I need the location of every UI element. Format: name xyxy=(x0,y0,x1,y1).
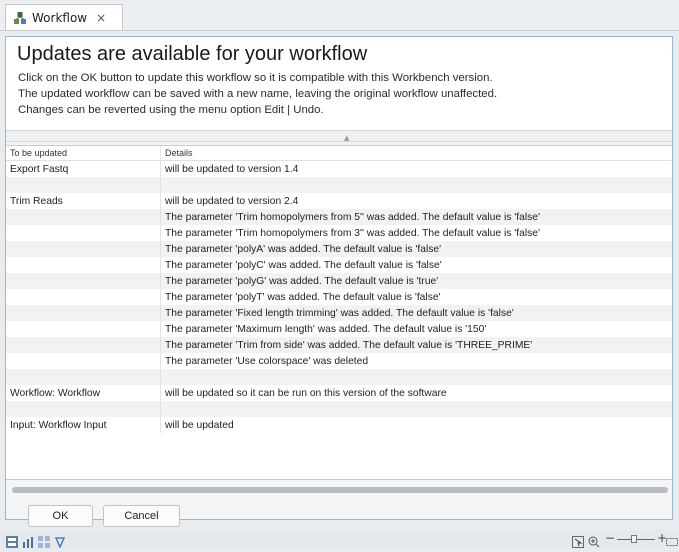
zoom-slider-thumb[interactable] xyxy=(631,535,637,543)
cell-details: The parameter 'polyT' was added. The def… xyxy=(160,289,672,305)
cell-to-be-updated xyxy=(6,337,161,353)
select-tool-icon[interactable] xyxy=(572,533,584,548)
cell-to-be-updated: Workflow: Workflow xyxy=(10,387,101,399)
cell-details: will be updated to version 1.4 xyxy=(160,160,672,177)
cell-to-be-updated xyxy=(6,241,161,257)
instruction-line-3: Changes can be reverted using the menu o… xyxy=(18,104,324,116)
editor-tab-bar: Workflow × xyxy=(0,0,679,31)
table-view-icon[interactable] xyxy=(6,533,18,548)
table-row[interactable]: The parameter 'Trim from side' was added… xyxy=(6,337,672,353)
instruction-line-1: Click on the OK button to update this wo… xyxy=(18,72,493,84)
table-row[interactable]: The parameter 'Fixed length trimming' wa… xyxy=(6,305,672,321)
cell-details: The parameter 'polyG' was added. The def… xyxy=(160,273,672,289)
table-row[interactable]: The parameter 'polyC' was added. The def… xyxy=(6,257,672,273)
history-view-icon[interactable] xyxy=(54,533,66,549)
table-row[interactable]: Export Fastq will be updated to version 1… xyxy=(6,160,672,177)
tab-title: Workflow xyxy=(32,10,88,25)
close-tab-icon[interactable]: × xyxy=(96,11,106,25)
cell-details: The parameter 'polyC' was added. The def… xyxy=(160,257,672,273)
cell-to-be-updated xyxy=(6,369,161,385)
cell-details xyxy=(160,177,672,193)
table-row[interactable]: The parameter 'polyG' was added. The def… xyxy=(6,273,672,289)
chart-view-icon[interactable] xyxy=(22,533,34,548)
cell-to-be-updated xyxy=(6,209,161,225)
zoom-in-tool-icon[interactable] xyxy=(588,533,600,548)
table-row[interactable]: The parameter 'Maximum length' was added… xyxy=(6,321,672,337)
cell-to-be-updated: Input: Workflow Input xyxy=(10,419,107,431)
cell-details: The parameter 'Trim homopolymers from 3'… xyxy=(160,225,672,241)
grid-view-icon[interactable] xyxy=(38,533,50,548)
cell-details: will be updated xyxy=(160,417,672,433)
column-header-to-be-updated[interactable]: To be updated xyxy=(6,146,161,161)
cell-to-be-updated xyxy=(6,305,161,321)
table-row[interactable]: Workflow: Workflow will be updated so it … xyxy=(6,385,672,401)
cell-to-be-updated: Trim Reads xyxy=(10,195,63,207)
table-row[interactable]: The parameter 'Trim homopolymers from 5'… xyxy=(6,209,672,225)
cell-to-be-updated xyxy=(6,257,161,273)
split-pane-divider[interactable]: ▲ xyxy=(6,130,672,142)
workflow-update-panel: Updates are available for your workflow … xyxy=(5,36,673,527)
horizontal-scrollbar[interactable] xyxy=(12,487,668,493)
fit-to-screen-icon[interactable] xyxy=(666,533,678,546)
cell-details: The parameter 'Maximum length' was added… xyxy=(160,321,672,337)
cell-to-be-updated xyxy=(6,353,161,369)
cell-details: The parameter 'Trim homopolymers from 5'… xyxy=(160,209,672,225)
table-row[interactable]: The parameter 'polyA' was added. The def… xyxy=(6,241,672,257)
cell-to-be-updated xyxy=(6,177,161,193)
cell-to-be-updated xyxy=(6,273,161,289)
update-header: Updates are available for your workflow … xyxy=(6,37,672,130)
instruction-line-2: The updated workflow can be saved with a… xyxy=(18,88,498,100)
cell-to-be-updated xyxy=(6,225,161,241)
cell-details: The parameter 'Fixed length trimming' wa… xyxy=(160,305,672,321)
cell-details: will be updated to version 2.4 xyxy=(160,193,672,209)
cell-details: will be updated so it can be run on this… xyxy=(160,385,672,401)
cell-details: The parameter 'Use colorspace' was delet… xyxy=(160,353,672,369)
ok-button[interactable]: OK xyxy=(28,505,93,527)
workflow-tab[interactable]: Workflow × xyxy=(5,4,123,30)
cell-details: The parameter 'Trim from side' was added… xyxy=(160,337,672,353)
cell-to-be-updated xyxy=(6,289,161,305)
divider-grip-icon: ▲ xyxy=(344,134,350,142)
table-row[interactable]: The parameter 'polyT' was added. The def… xyxy=(6,289,672,305)
cell-details: The parameter 'polyA' was added. The def… xyxy=(160,241,672,257)
table-row[interactable]: Input: Workflow Input will be updated xyxy=(6,417,672,433)
table-row[interactable]: The parameter 'Trim homopolymers from 3'… xyxy=(6,225,672,241)
cell-to-be-updated: Export Fastq xyxy=(10,163,69,175)
workflow-icon xyxy=(13,11,27,25)
updates-table-container: To be updated Details Export Fastq will b… xyxy=(6,145,672,480)
cell-to-be-updated xyxy=(6,321,161,337)
cell-to-be-updated xyxy=(6,401,161,417)
table-row[interactable] xyxy=(6,177,672,193)
table-row[interactable] xyxy=(6,401,672,417)
table-row[interactable] xyxy=(6,369,672,385)
updates-table: To be updated Details Export Fastq will b… xyxy=(6,146,672,433)
page-title: Updates are available for your workflow xyxy=(17,43,368,65)
table-row[interactable]: Trim Reads will be updated to version 2.4 xyxy=(6,193,672,209)
column-header-details[interactable]: Details xyxy=(160,146,672,161)
cell-details xyxy=(160,369,672,385)
zoom-out-button[interactable]: − xyxy=(605,531,615,545)
table-row[interactable]: The parameter 'Use colorspace' was delet… xyxy=(6,353,672,369)
cell-details xyxy=(160,401,672,417)
cancel-button[interactable]: Cancel xyxy=(103,505,180,527)
